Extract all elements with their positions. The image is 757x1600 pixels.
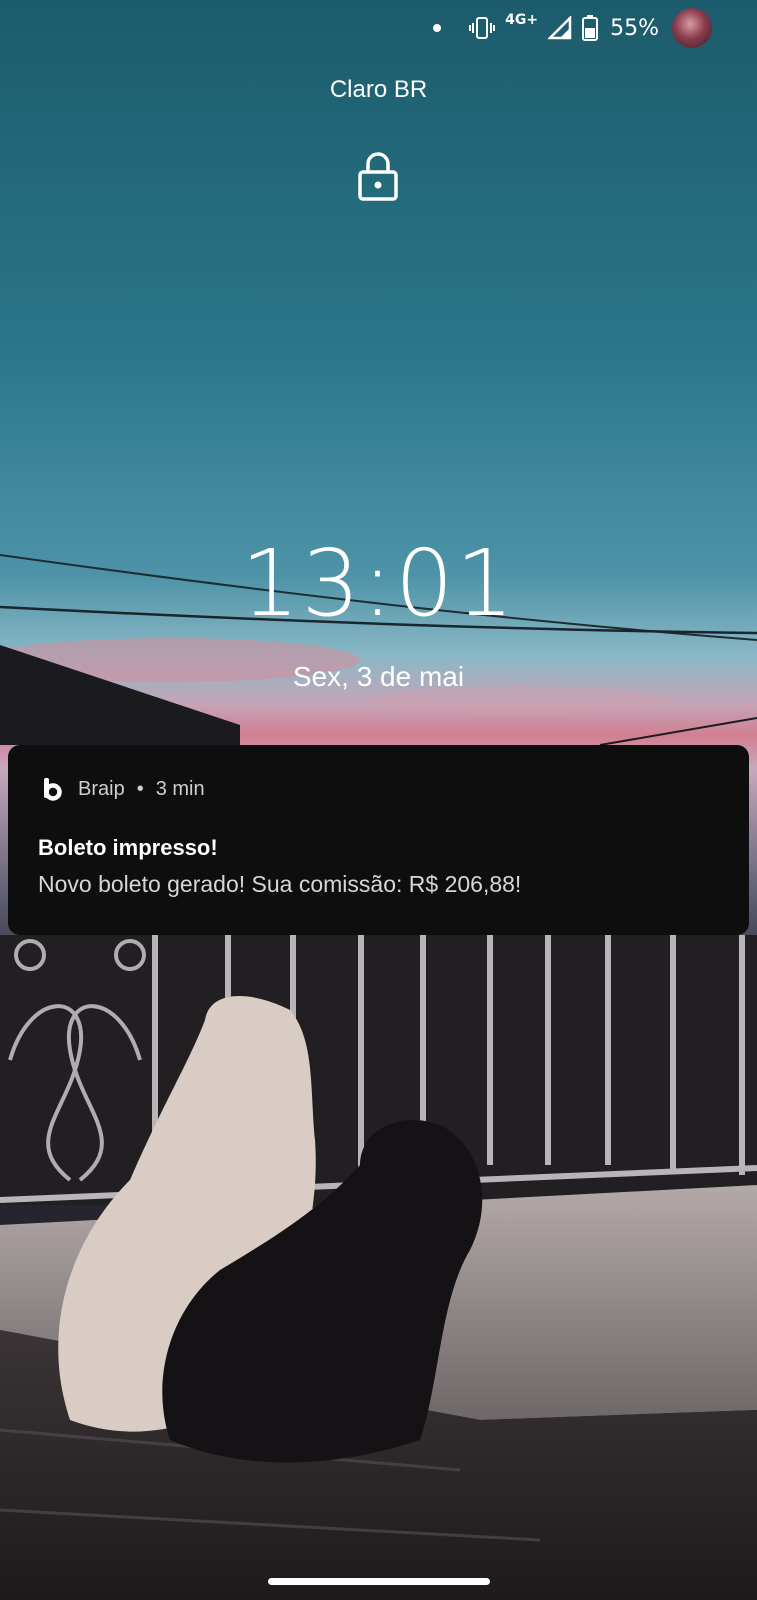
notification-card[interactable]: Braip • 3 min Boleto impresso! Novo bole… bbox=[8, 745, 749, 935]
network-type-label: 4G+ bbox=[505, 12, 539, 28]
notification-dot-icon bbox=[433, 24, 442, 32]
home-gesture-bar[interactable] bbox=[268, 1578, 490, 1585]
lock-icon[interactable] bbox=[357, 150, 399, 202]
braip-app-icon bbox=[44, 778, 62, 801]
lockscreen-clock: 13:01 bbox=[240, 530, 517, 637]
battery-icon bbox=[582, 15, 599, 41]
status-bar: 4G+ 55% bbox=[433, 8, 659, 48]
battery-percentage: 55% bbox=[610, 15, 659, 41]
user-avatar[interactable] bbox=[672, 8, 712, 48]
notification-header: Braip • 3 min bbox=[38, 775, 205, 803]
notification-title: Boleto impresso! bbox=[38, 835, 218, 860]
carrier-name: Claro BR bbox=[329, 76, 428, 103]
notification-app-name: Braip bbox=[78, 777, 125, 800]
notification-body: Novo boleto gerado! Sua comissão: R$ 206… bbox=[38, 871, 522, 897]
notification-time: 3 min bbox=[155, 777, 205, 800]
lockscreen-date: Sex, 3 de mai bbox=[292, 661, 465, 692]
signal-icon bbox=[548, 16, 572, 40]
notification-separator: • bbox=[136, 777, 144, 800]
vibrate-icon bbox=[469, 17, 496, 39]
